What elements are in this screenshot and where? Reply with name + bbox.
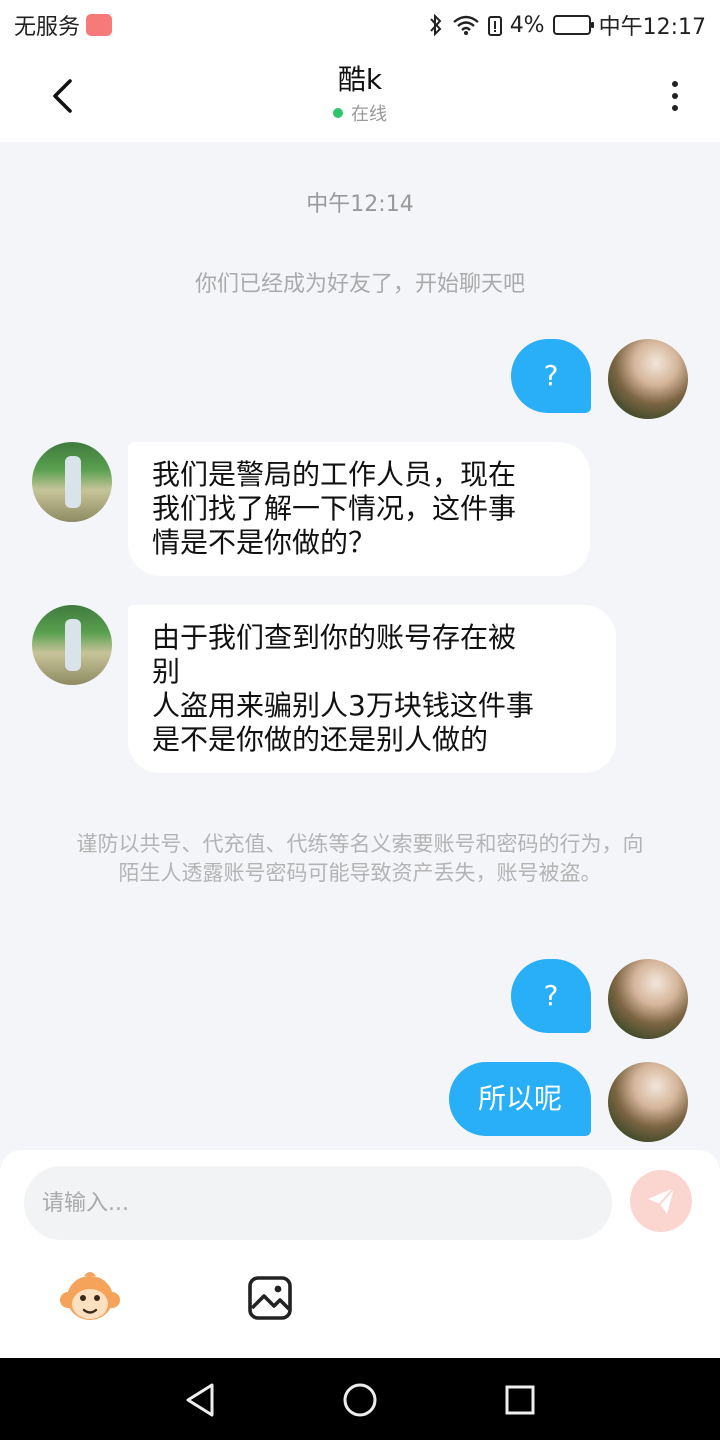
image-picker-button[interactable] bbox=[246, 1274, 294, 1322]
bluetooth-icon bbox=[429, 13, 442, 37]
circle-home-icon bbox=[343, 1383, 377, 1417]
image-icon bbox=[248, 1276, 292, 1320]
triangle-back-icon bbox=[186, 1383, 214, 1417]
my-avatar[interactable] bbox=[608, 1062, 688, 1142]
battery-percent: 4% bbox=[509, 12, 545, 38]
wifi-icon bbox=[452, 15, 479, 35]
nav-back-button[interactable] bbox=[180, 1380, 220, 1420]
my-avatar[interactable] bbox=[608, 339, 688, 419]
emoji-button[interactable] bbox=[58, 1266, 122, 1330]
more-dot-icon bbox=[672, 81, 678, 87]
my-avatar[interactable] bbox=[608, 959, 688, 1039]
contact-avatar[interactable] bbox=[32, 442, 112, 522]
app-notification-icon bbox=[86, 14, 113, 36]
nav-home-button[interactable] bbox=[340, 1380, 380, 1420]
message-timestamp: 中午12:14 bbox=[306, 192, 414, 217]
chat-header: 酷k 在线 bbox=[0, 50, 720, 142]
system-nav-bar bbox=[0, 1358, 720, 1440]
chat-area[interactable]: 中午12:14 你们已经成为好友了，开始聊天吧 ? 我们是警局的工作人员，现在 … bbox=[0, 142, 720, 1150]
contact-message-bubble[interactable]: 由于我们查到你的账号存在被 别 人盗用来骗别人3万块钱这件事 是不是你做的还是别… bbox=[128, 605, 616, 773]
more-dot-icon bbox=[672, 93, 678, 99]
status-bar: 无服务 4% 中午12:17 bbox=[0, 0, 720, 50]
carrier-label: 无服务 bbox=[14, 15, 81, 40]
battery-alert-icon bbox=[487, 16, 502, 36]
message-input[interactable] bbox=[24, 1166, 612, 1240]
my-message-bubble[interactable]: ? bbox=[511, 339, 591, 413]
more-options-button[interactable] bbox=[660, 72, 690, 120]
contact-name: 酷k bbox=[337, 63, 383, 96]
input-area bbox=[0, 1150, 720, 1358]
send-button[interactable] bbox=[630, 1170, 692, 1232]
status-time: 中午12:17 bbox=[598, 15, 706, 40]
online-status-label: 在线 bbox=[351, 104, 387, 125]
contact-message-bubble[interactable]: 我们是警局的工作人员，现在 我们找了解一下情况，这件事 情是不是你做的？ bbox=[128, 442, 590, 576]
more-dot-icon bbox=[672, 105, 678, 111]
my-message-bubble[interactable]: ? bbox=[511, 959, 591, 1033]
send-icon bbox=[648, 1187, 675, 1214]
battery-icon bbox=[552, 15, 594, 35]
nav-recents-button[interactable] bbox=[500, 1380, 540, 1420]
online-dot-icon bbox=[333, 108, 343, 118]
my-message-bubble[interactable]: 所以呢 bbox=[449, 1062, 591, 1136]
friend-notice: 你们已经成为好友了，开始聊天吧 bbox=[194, 272, 525, 297]
contact-avatar[interactable] bbox=[32, 605, 112, 685]
security-warning: 谨防以共号、代充值、代练等名义索要账号和密码的行为，向陌生人透露账号密码可能导致… bbox=[76, 832, 644, 885]
online-status: 在线 bbox=[0, 100, 720, 126]
square-recents-icon bbox=[505, 1385, 535, 1415]
monkey-emoji-icon bbox=[60, 1272, 120, 1320]
